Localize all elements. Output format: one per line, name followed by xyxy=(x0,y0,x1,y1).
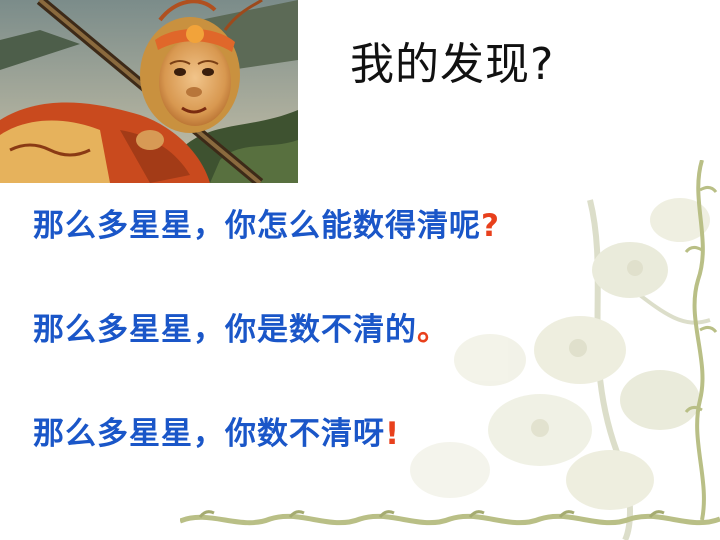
statement-line-2-punctuation: 。 xyxy=(417,312,449,348)
statement-line-1: 那么多星星，你怎么能数得清呢? xyxy=(33,200,500,245)
statement-line-1-punctuation: ? xyxy=(481,208,500,244)
slide-title: 我的发现? xyxy=(350,39,555,90)
statement-line-2-text: 那么多星星，你是数不清的 xyxy=(33,312,417,348)
statement-line-3-text: 那么多星星，你数不清呀 xyxy=(33,416,385,452)
vine-decoration-right xyxy=(684,160,718,520)
statement-line-3-punctuation: ! xyxy=(385,416,401,452)
statement-line-2: 那么多星星，你是数不清的。 xyxy=(33,304,449,349)
vine-decoration-bottom xyxy=(180,510,720,526)
slide: 我的发现? 那么多星星，你怎么能数得清呢? 那么多星星，你是数不清的。 那么多星… xyxy=(0,0,720,540)
monkey-king-photo xyxy=(0,0,298,183)
statement-line-3: 那么多星星，你数不清呀! xyxy=(33,408,400,453)
statement-line-1-text: 那么多星星，你怎么能数得清呢 xyxy=(33,208,481,244)
